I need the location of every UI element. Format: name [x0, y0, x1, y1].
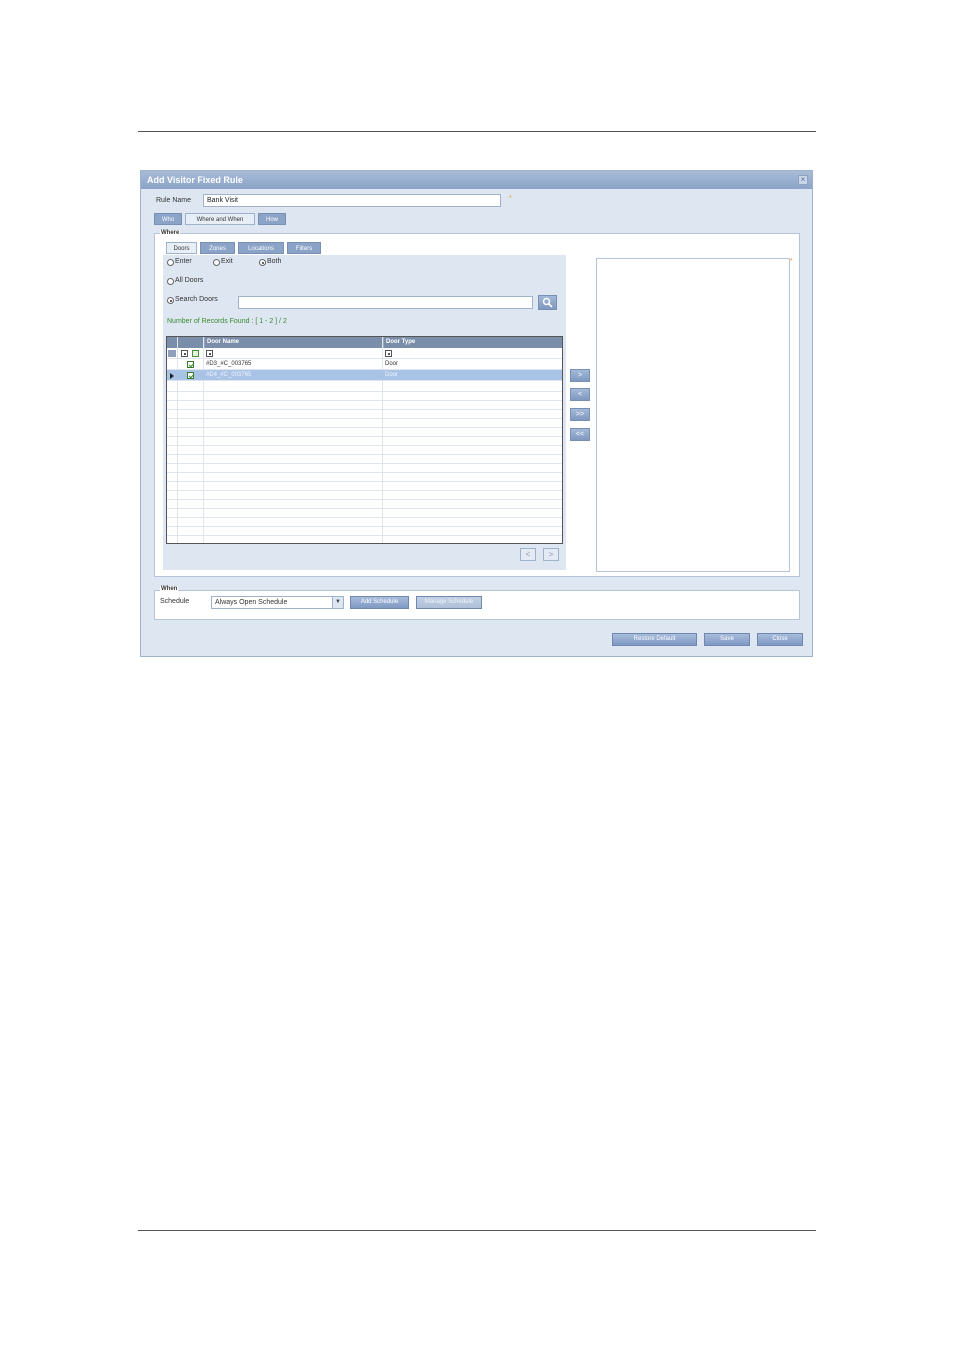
schedule-select-value: Always Open Schedule [215, 599, 288, 606]
selected-doors-list[interactable] [596, 258, 790, 572]
table-row-selected[interactable]: #D4_#C_003765 Door [167, 370, 562, 381]
records-found-text: Number of Records Found : [ 1 - 2 ] / 2 [167, 318, 287, 325]
move-all-right-button[interactable]: >> [570, 408, 590, 421]
search-doors-radio[interactable] [167, 297, 174, 304]
rule-name-input[interactable]: Bank Visit [203, 194, 501, 207]
tab-where-and-when[interactable]: Where and When [185, 213, 255, 225]
search-doors-input[interactable] [238, 296, 533, 309]
restore-default-button[interactable]: Restore Default [612, 633, 697, 646]
prev-page-button[interactable]: < [520, 548, 536, 561]
page-footer-rule [138, 1230, 816, 1231]
move-all-left-button[interactable]: << [570, 428, 590, 441]
subtab-locations[interactable]: Locations [238, 242, 284, 254]
next-page-button[interactable]: > [543, 548, 559, 561]
move-right-button[interactable]: > [570, 369, 590, 382]
door-name-cell: #D3_#C_003765 [206, 361, 252, 367]
all-doors-radio[interactable] [167, 278, 174, 285]
tab-how[interactable]: How [258, 213, 286, 225]
grid-header-door-type[interactable]: Door Type [383, 337, 562, 348]
exit-label: Exit [221, 258, 233, 265]
row-checkbox[interactable] [187, 361, 194, 368]
door-name-cell: #D4_#C_003765 [206, 372, 252, 378]
subtab-zones[interactable]: Zones [200, 242, 235, 254]
page-header-rule [138, 131, 816, 132]
all-doors-label: All Doors [175, 277, 204, 284]
rule-name-label: Rule Name [156, 197, 192, 204]
search-doors-label: Search Doors [175, 296, 218, 303]
schedule-label: Schedule [160, 598, 190, 605]
enter-label: Enter [175, 258, 192, 265]
manage-schedule-button[interactable]: Manage Schedule [416, 596, 482, 609]
selected-doors-required-marker: * [790, 258, 793, 265]
row-checkbox[interactable] [187, 372, 194, 379]
enter-radio[interactable] [167, 259, 174, 266]
move-left-button[interactable]: < [570, 388, 590, 401]
empty-row [167, 525, 562, 536]
filter-row-icon[interactable] [168, 350, 176, 357]
rule-name-required-marker: * [509, 195, 512, 202]
add-schedule-button[interactable]: Add Schedule [350, 596, 409, 609]
tab-who[interactable]: Who [154, 213, 182, 225]
exit-radio[interactable] [213, 259, 220, 266]
filter-select-all-checkbox[interactable] [192, 350, 199, 357]
save-button[interactable]: Save [704, 633, 750, 646]
door-type-filter-icon[interactable] [385, 350, 392, 357]
schedule-select[interactable]: Always Open Schedule ▼ [211, 596, 344, 609]
search-button[interactable] [538, 295, 557, 310]
doors-grid: Door Name Door Type #D3_#C_003765 Door #… [166, 336, 563, 544]
close-icon[interactable]: × [798, 175, 808, 185]
both-label: Both [267, 258, 282, 265]
grid-filter-row [167, 348, 562, 359]
subtab-filters[interactable]: Filters [287, 242, 321, 254]
door-type-cell: Door [385, 361, 399, 367]
grid-header-blank [167, 337, 204, 348]
filter-checkbox[interactable] [181, 350, 188, 357]
grid-header-door-name[interactable]: Door Name [204, 337, 383, 348]
search-icon [542, 297, 553, 308]
table-row[interactable]: #D3_#C_003765 Door [167, 359, 562, 370]
both-radio[interactable] [259, 259, 266, 266]
door-type-cell: Door [385, 372, 399, 378]
when-legend: When [160, 586, 179, 592]
dialog-title: Add Visitor Fixed Rule [147, 175, 243, 185]
dialog-titlebar[interactable]: Add Visitor Fixed Rule × [141, 171, 812, 189]
where-legend: Where [160, 230, 181, 236]
close-button[interactable]: Close [757, 633, 803, 646]
subtab-doors[interactable]: Doors [166, 242, 197, 254]
row-pointer-icon [170, 373, 174, 379]
door-name-filter-icon[interactable] [206, 350, 213, 357]
chevron-down-icon[interactable]: ▼ [332, 597, 343, 608]
